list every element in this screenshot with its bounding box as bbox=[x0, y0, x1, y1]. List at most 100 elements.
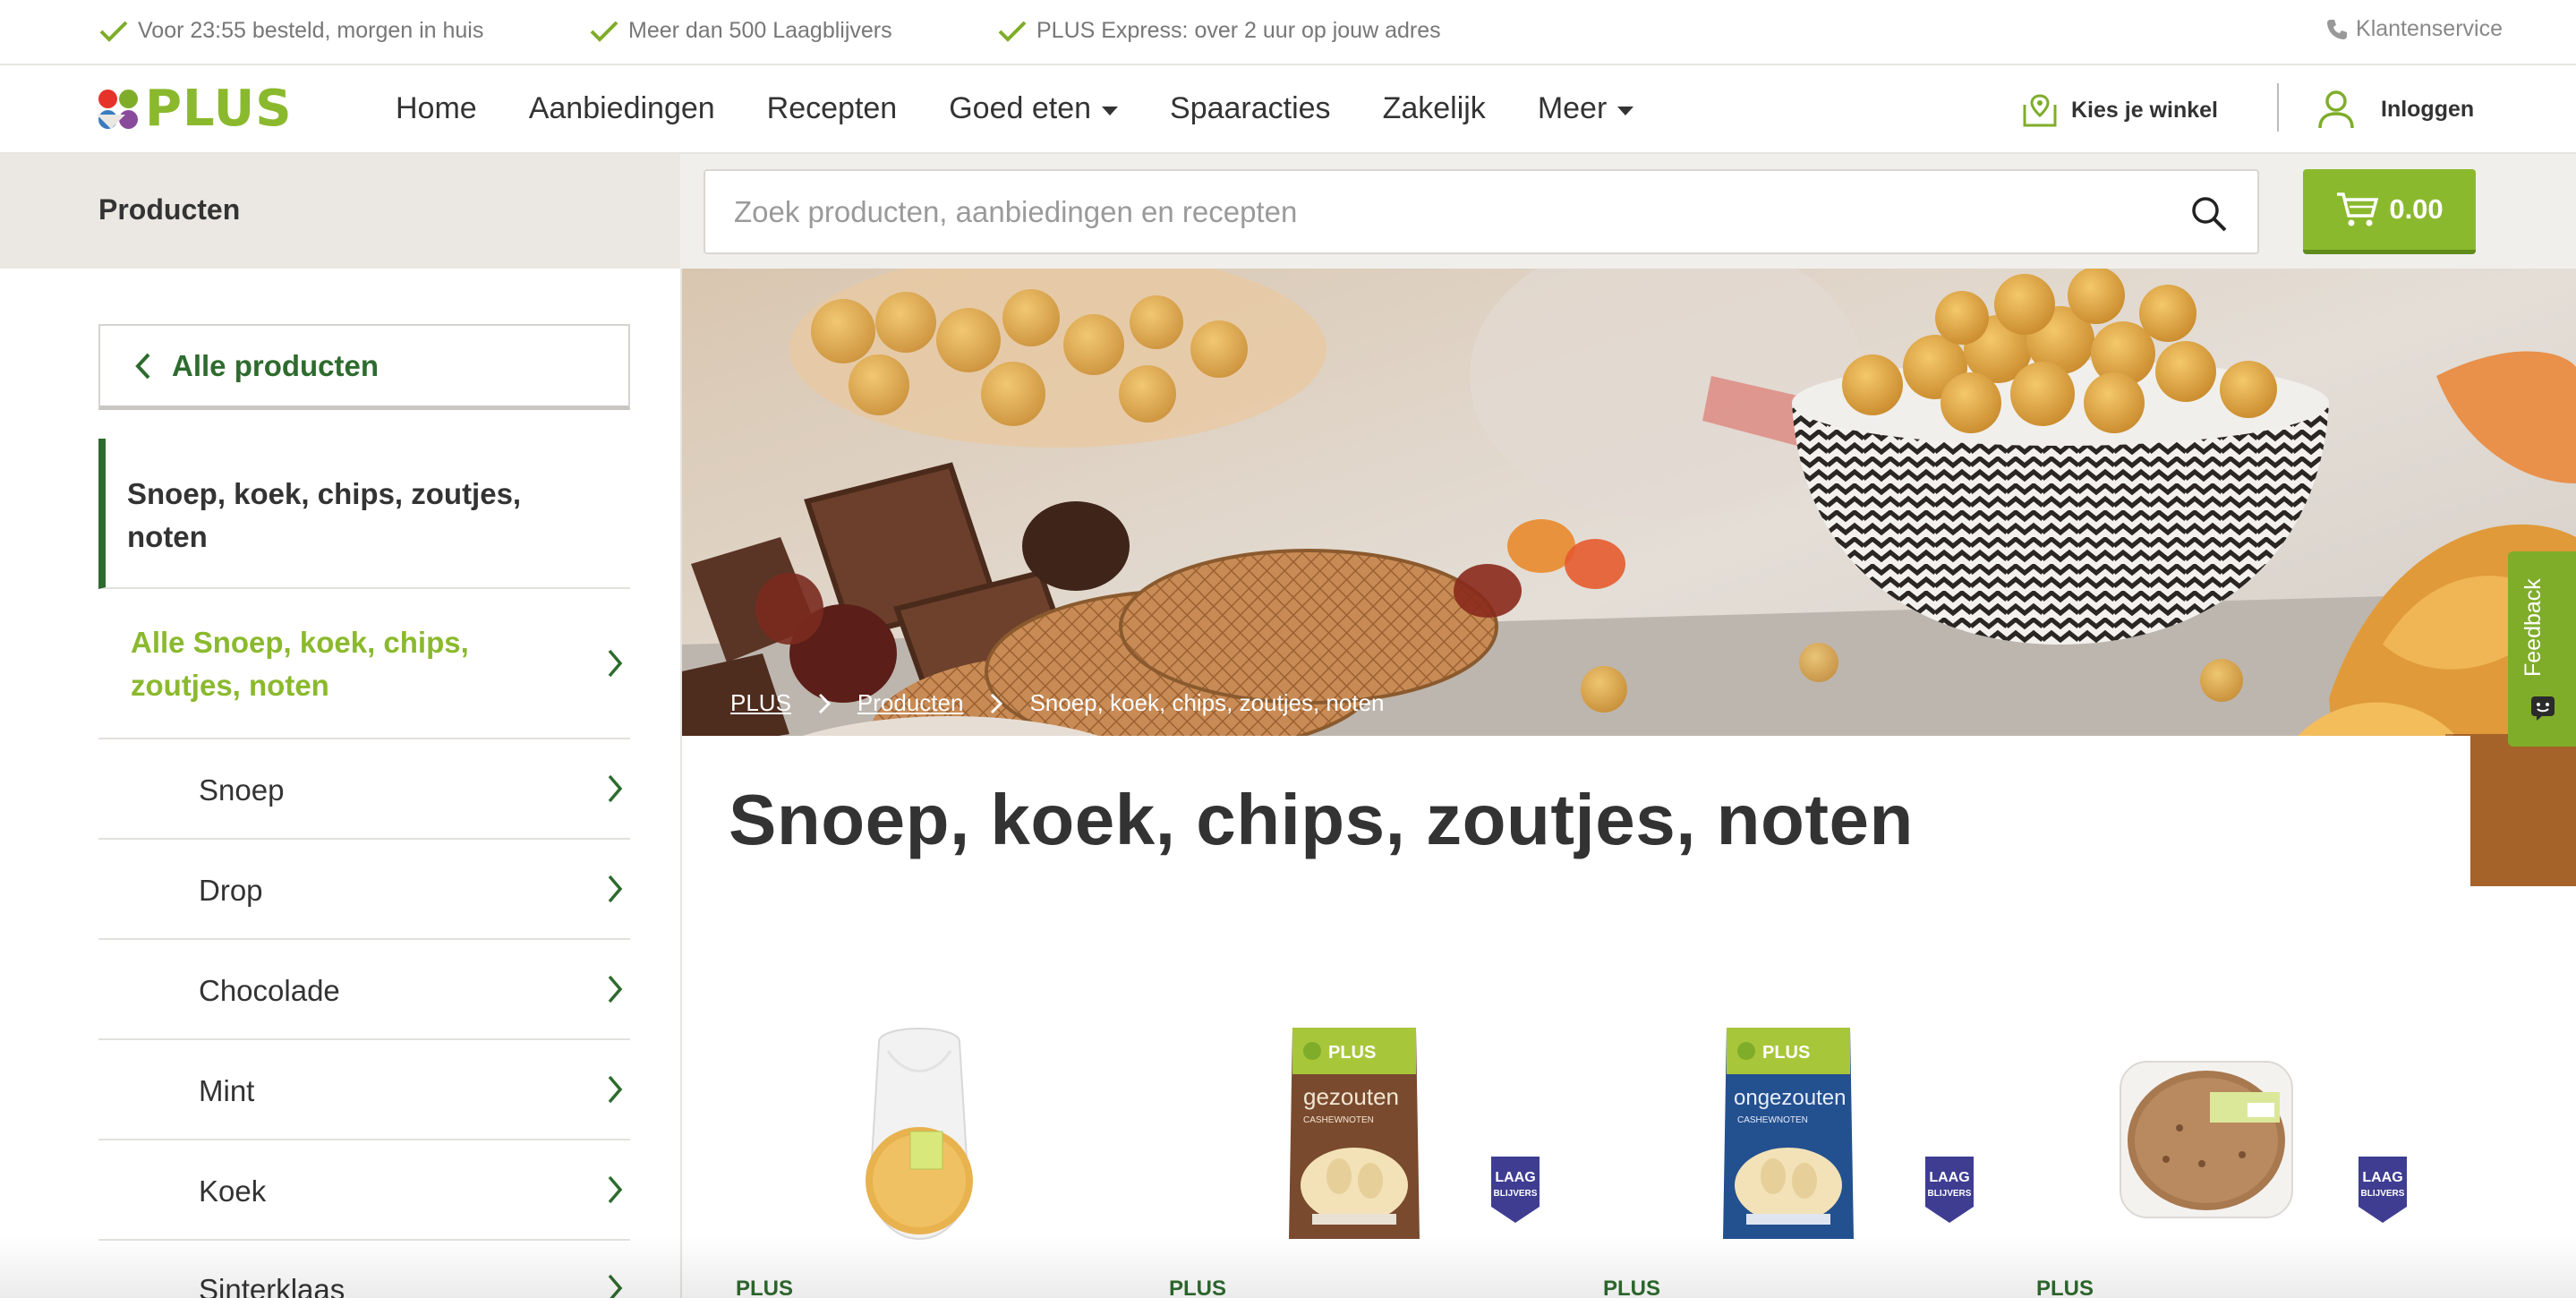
nav-meer[interactable]: Meer bbox=[1538, 91, 1634, 126]
sidebar-item-label: Mint bbox=[199, 1074, 255, 1107]
search-box bbox=[704, 169, 2259, 254]
pack-subtext: CASHEWNOTEN bbox=[1737, 1115, 1808, 1125]
pack-subtext: CASHEWNOTEN bbox=[1303, 1115, 1374, 1125]
usp-bar: Voor 23:55 besteld, morgen in huis Meer … bbox=[0, 0, 2576, 65]
main-nav: PLUS Home Aanbiedingen Recepten Goed ete… bbox=[0, 65, 2576, 154]
search-icon[interactable] bbox=[2189, 194, 2229, 234]
check-icon bbox=[590, 21, 618, 42]
login-button[interactable]: Inloggen bbox=[2316, 89, 2474, 130]
sidebar-item-all[interactable]: Alle Snoep, koek, chips, zoutjes, noten bbox=[98, 589, 630, 739]
sidebar-item-label: Drop bbox=[199, 874, 263, 907]
feedback-tab[interactable]: Feedback bbox=[2508, 551, 2576, 747]
nav-label: Home bbox=[396, 91, 477, 125]
product-card[interactable]: PLUS ongezouten CASHEWNOTEN LAAG BLIJVER… bbox=[1603, 994, 1979, 1298]
products-tab[interactable]: Producten bbox=[0, 154, 680, 269]
badge-subtext: BLIJVERS bbox=[1928, 1189, 1972, 1199]
cart-total: 0.00 bbox=[2389, 193, 2444, 225]
nav-divider bbox=[2277, 83, 2279, 132]
laagblijvers-badge: LAAG BLIJVERS bbox=[1491, 1157, 1540, 1223]
usp-item: Voor 23:55 besteld, morgen in huis bbox=[98, 18, 483, 44]
pack-text: gezouten bbox=[1303, 1083, 1399, 1110]
sidebar-item-mint[interactable]: Mint bbox=[98, 1040, 630, 1140]
nav-goed-eten[interactable]: Goed eten bbox=[949, 91, 1119, 126]
breadcrumb-link-plus[interactable]: PLUS bbox=[730, 689, 791, 717]
chevron-right-icon bbox=[608, 975, 623, 1003]
laagblijvers-badge: LAAG BLIJVERS bbox=[1925, 1157, 1974, 1223]
product-card[interactable]: LAAG BLIJVERS PLUS bbox=[2036, 994, 2412, 1298]
product-card[interactable]: PLUS gezouten CASHEWNOTEN LAAG BLIJVERS … bbox=[1169, 994, 1545, 1298]
sidebar-item-label: Snoep bbox=[199, 773, 285, 807]
all-products-button[interactable]: Alle producten bbox=[98, 324, 630, 410]
check-icon bbox=[998, 21, 1027, 42]
svg-text:PLUS: PLUS bbox=[1328, 1043, 1376, 1063]
badge-text: LAAG bbox=[1495, 1170, 1535, 1185]
nav-aanbiedingen[interactable]: Aanbiedingen bbox=[529, 91, 715, 126]
chevron-right-icon bbox=[608, 875, 623, 903]
chat-face-icon bbox=[2531, 696, 2555, 721]
product-image bbox=[866, 1028, 973, 1241]
product-card[interactable]: PLUS bbox=[736, 994, 1112, 1298]
usp-text: Meer dan 500 Laagblijvers bbox=[628, 18, 892, 43]
cart-button[interactable]: 0.00 bbox=[2303, 169, 2476, 254]
breadcrumb-link-producten[interactable]: Producten bbox=[857, 689, 964, 717]
category-sidebar: Alle producten Snoep, koek, chips, zoutj… bbox=[0, 269, 682, 1298]
usp-item: PLUS Express: over 2 uur op jouw adres bbox=[997, 18, 1441, 44]
feedback-label: Feedback bbox=[2521, 578, 2546, 677]
customer-service-link[interactable]: Klantenservice bbox=[2325, 16, 2503, 42]
products-tab-label: Producten bbox=[98, 193, 241, 226]
sidebar-item-label: Sinterklaas bbox=[199, 1273, 345, 1298]
sidebar-item-snoep[interactable]: Snoep bbox=[98, 739, 630, 840]
badge-subtext: BLIJVERS bbox=[1494, 1189, 1538, 1199]
choose-store-button[interactable]: Kies je winkel bbox=[2021, 92, 2218, 128]
nav-home[interactable]: Home bbox=[396, 91, 477, 126]
page-title: Snoep, koek, chips, zoutjes, noten bbox=[729, 780, 1914, 859]
all-products-label: Alle producten bbox=[172, 348, 380, 382]
sidebar-item-sinterklaas[interactable]: Sinterklaas bbox=[98, 1241, 630, 1298]
sidebar-item-drop[interactable]: Drop bbox=[98, 840, 630, 940]
sidebar-item-label: Koek bbox=[199, 1174, 267, 1208]
usp-text: Voor 23:55 besteld, morgen in huis bbox=[138, 18, 484, 43]
nav-zakelijk[interactable]: Zakelijk bbox=[1383, 91, 1486, 126]
cart-icon bbox=[2337, 192, 2379, 226]
nav-label: Zakelijk bbox=[1382, 91, 1486, 125]
product-brand: PLUS bbox=[2036, 1277, 2094, 1298]
search-input[interactable] bbox=[734, 191, 2130, 234]
usp-text: PLUS Express: over 2 uur op jouw adres bbox=[1036, 18, 1441, 43]
map-pin-icon bbox=[2023, 94, 2057, 127]
product-brand: PLUS bbox=[1603, 1277, 1661, 1298]
breadcrumb: PLUS Producten Snoep, koek, chips, zoutj… bbox=[730, 689, 1384, 717]
badge-subtext: BLIJVERS bbox=[2361, 1189, 2405, 1199]
badge-text: LAAG bbox=[1929, 1170, 1969, 1185]
svg-text:PLUS: PLUS bbox=[1762, 1043, 1810, 1063]
nav-links: Home Aanbiedingen Recepten Goed eten Spa… bbox=[396, 65, 1685, 152]
chevron-right-icon bbox=[608, 774, 623, 803]
nav-recepten[interactable]: Recepten bbox=[767, 91, 898, 126]
phone-icon bbox=[2327, 19, 2348, 39]
pack-text: ongezouten bbox=[1734, 1086, 1846, 1110]
sidebar-item-label: Alle Snoep, koek, chips, zoutjes, noten bbox=[131, 626, 469, 702]
nav-label: Goed eten bbox=[949, 91, 1092, 125]
product-image bbox=[2120, 1061, 2293, 1218]
nav-label: Aanbiedingen bbox=[528, 91, 715, 125]
sidebar-item-chocolade[interactable]: Chocolade bbox=[98, 940, 630, 1040]
plus-logo[interactable]: PLUS bbox=[98, 80, 293, 138]
sidebar-item-koek[interactable]: Koek bbox=[98, 1140, 630, 1241]
product-image: PLUS ongezouten CASHEWNOTEN bbox=[1723, 1028, 1854, 1239]
logo-text: PLUS bbox=[145, 80, 293, 138]
store-label: Kies je winkel bbox=[2071, 97, 2218, 123]
chevron-right-icon bbox=[608, 1075, 623, 1104]
chevron-right-icon bbox=[991, 693, 1003, 713]
customer-service-label: Klantenservice bbox=[2356, 16, 2503, 41]
title-panel: Snoep, koek, chips, zoutjes, noten bbox=[682, 736, 2470, 897]
chevron-left-icon bbox=[135, 353, 150, 379]
caret-down-icon bbox=[1617, 106, 1634, 115]
check-icon bbox=[99, 21, 128, 42]
caret-down-icon bbox=[1102, 106, 1119, 115]
user-icon bbox=[2318, 90, 2354, 129]
search-bar-row: Producten 0.00 bbox=[0, 154, 2576, 269]
product-brand: PLUS bbox=[736, 1277, 794, 1298]
active-category[interactable]: Snoep, koek, chips, zoutjes, noten bbox=[98, 439, 630, 589]
badge-text: LAAG bbox=[2362, 1170, 2402, 1185]
nav-spaaracties[interactable]: Spaaracties bbox=[1170, 91, 1331, 126]
product-brand: PLUS bbox=[1169, 1277, 1227, 1298]
